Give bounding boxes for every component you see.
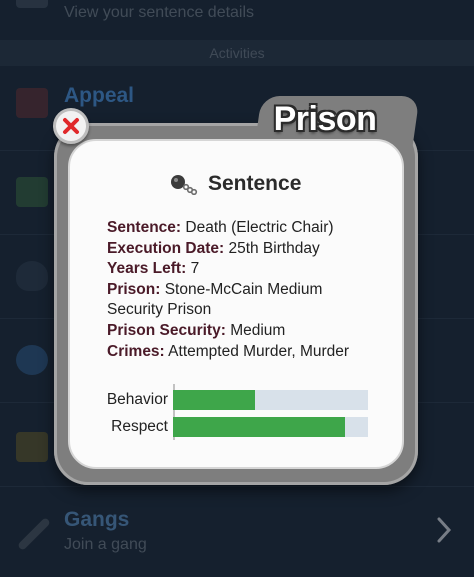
detail-value: Attempted Murder, Murder: [168, 342, 350, 360]
detail-crimes: Crimes: Attempted Murder, Murder: [107, 342, 397, 363]
detail-execution-date: Execution Date: 25th Birthday: [107, 239, 397, 260]
detail-value: 25th Birthday: [228, 239, 320, 257]
behavior-label: Behavior: [106, 391, 168, 408]
detail-label: Prison Security:: [107, 321, 226, 339]
ball-and-chain-icon: [171, 175, 198, 195]
close-icon: [63, 118, 79, 134]
detail-years-left: Years Left: 7: [107, 259, 397, 280]
detail-value: Medium: [230, 321, 286, 339]
close-button[interactable]: [53, 108, 89, 144]
behavior-bar: [173, 390, 368, 410]
sentence-details: Sentence: Death (Electric Chair) Executi…: [107, 218, 397, 362]
dialog-title: Prison: [273, 100, 377, 138]
sentence-heading-text: Sentence: [208, 172, 302, 195]
detail-sentence: Sentence: Death (Electric Chair): [107, 218, 397, 239]
behavior-bar-fill: [173, 390, 255, 410]
detail-prison: Prison: Stone-McCain Medium Security Pri…: [107, 280, 337, 321]
respect-bar: [173, 417, 368, 437]
detail-value: 7: [190, 260, 200, 278]
respect-bar-fill: [173, 417, 345, 437]
detail-label: Execution Date:: [107, 239, 225, 257]
detail-prison-security: Prison Security: Medium: [107, 321, 397, 342]
respect-label: Respect: [111, 418, 168, 435]
sentence-heading: Sentence: [168, 172, 301, 196]
detail-label: Years Left:: [107, 260, 187, 278]
detail-value: Death (Electric Chair): [185, 219, 334, 236]
detail-label: Sentence:: [107, 219, 182, 236]
detail-label: Crimes:: [107, 342, 165, 360]
detail-label: Prison:: [107, 280, 161, 298]
